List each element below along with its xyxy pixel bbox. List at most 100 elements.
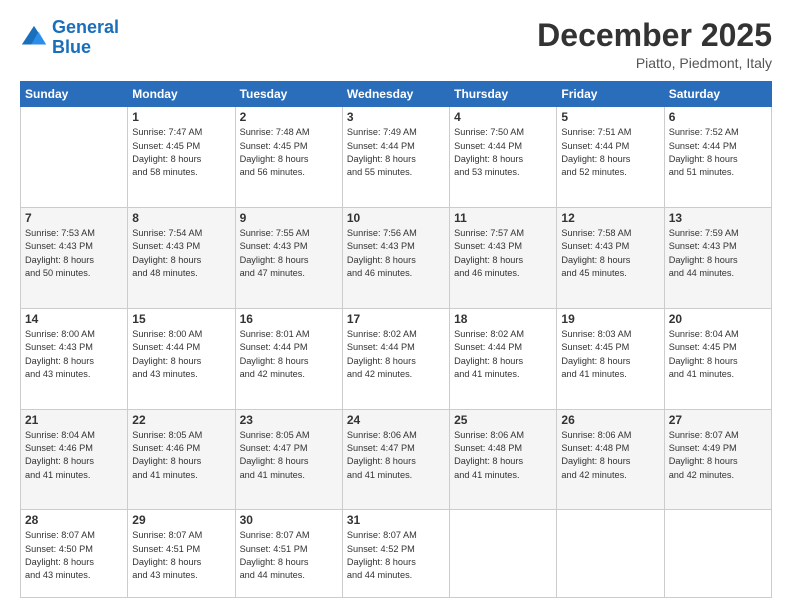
calendar-cell: 25 Sunrise: 8:06 AMSunset: 4:48 PMDayligh… (450, 409, 557, 510)
calendar-cell: 31 Sunrise: 8:07 AMSunset: 4:52 PMDayligh… (342, 510, 449, 598)
day-number: 4 (454, 110, 552, 124)
day-number: 23 (240, 413, 338, 427)
calendar-cell: 1Sunrise: 7:47 AMSunset: 4:45 PMDaylight… (128, 107, 235, 208)
calendar-cell: 2Sunrise: 7:48 AMSunset: 4:45 PMDaylight… (235, 107, 342, 208)
day-number: 3 (347, 110, 445, 124)
cell-info: Sunrise: 7:53 AMSunset: 4:43 PMDaylight:… (25, 227, 123, 280)
cell-info: Sunrise: 8:07 AMSunset: 4:49 PMDaylight:… (669, 429, 767, 482)
calendar-week-row: 14 Sunrise: 8:00 AMSunset: 4:43 PMDayligh… (21, 308, 772, 409)
calendar-cell: 24 Sunrise: 8:06 AMSunset: 4:47 PMDayligh… (342, 409, 449, 510)
day-number: 29 (132, 513, 230, 527)
cell-info: Sunrise: 8:03 AMSunset: 4:45 PMDaylight:… (561, 328, 659, 381)
day-number: 12 (561, 211, 659, 225)
day-number: 17 (347, 312, 445, 326)
calendar-cell: 9 Sunrise: 7:55 AMSunset: 4:43 PMDaylight… (235, 208, 342, 309)
calendar-cell (21, 107, 128, 208)
cell-info: Sunrise: 8:07 AMSunset: 4:51 PMDaylight:… (240, 529, 338, 582)
day-number: 30 (240, 513, 338, 527)
cell-info: Sunrise: 7:47 AMSunset: 4:45 PMDaylight:… (132, 126, 230, 179)
calendar-cell (450, 510, 557, 598)
day-number: 6 (669, 110, 767, 124)
title-block: December 2025 Piatto, Piedmont, Italy (537, 18, 772, 71)
day-header-saturday: Saturday (664, 82, 771, 107)
day-header-wednesday: Wednesday (342, 82, 449, 107)
day-header-tuesday: Tuesday (235, 82, 342, 107)
calendar-cell: 18 Sunrise: 8:02 AMSunset: 4:44 PMDayligh… (450, 308, 557, 409)
day-number: 21 (25, 413, 123, 427)
calendar-cell: 8 Sunrise: 7:54 AMSunset: 4:43 PMDaylight… (128, 208, 235, 309)
cell-info: Sunrise: 8:06 AMSunset: 4:48 PMDaylight:… (454, 429, 552, 482)
day-number: 27 (669, 413, 767, 427)
cell-info: Sunrise: 7:59 AMSunset: 4:43 PMDaylight:… (669, 227, 767, 280)
day-number: 15 (132, 312, 230, 326)
day-number: 10 (347, 211, 445, 225)
day-number: 31 (347, 513, 445, 527)
day-number: 9 (240, 211, 338, 225)
day-number: 5 (561, 110, 659, 124)
day-number: 20 (669, 312, 767, 326)
calendar-cell: 6 Sunrise: 7:52 AMSunset: 4:44 PMDaylight… (664, 107, 771, 208)
calendar-cell: 27 Sunrise: 8:07 AMSunset: 4:49 PMDayligh… (664, 409, 771, 510)
day-number: 13 (669, 211, 767, 225)
cell-info: Sunrise: 7:52 AMSunset: 4:44 PMDaylight:… (669, 126, 767, 179)
cell-info: Sunrise: 7:49 AMSunset: 4:44 PMDaylight:… (347, 126, 445, 179)
day-header-sunday: Sunday (21, 82, 128, 107)
day-number: 18 (454, 312, 552, 326)
calendar-cell: 14 Sunrise: 8:00 AMSunset: 4:43 PMDayligh… (21, 308, 128, 409)
calendar-week-row: 28 Sunrise: 8:07 AMSunset: 4:50 PMDayligh… (21, 510, 772, 598)
calendar-cell: 13 Sunrise: 7:59 AMSunset: 4:43 PMDayligh… (664, 208, 771, 309)
calendar-cell: 3 Sunrise: 7:49 AMSunset: 4:44 PMDaylight… (342, 107, 449, 208)
day-number: 16 (240, 312, 338, 326)
calendar-cell: 12 Sunrise: 7:58 AMSunset: 4:43 PMDayligh… (557, 208, 664, 309)
cell-info: Sunrise: 7:51 AMSunset: 4:44 PMDaylight:… (561, 126, 659, 179)
day-number: 25 (454, 413, 552, 427)
calendar-week-row: 1Sunrise: 7:47 AMSunset: 4:45 PMDaylight… (21, 107, 772, 208)
location-subtitle: Piatto, Piedmont, Italy (537, 55, 772, 71)
cell-info: Sunrise: 8:02 AMSunset: 4:44 PMDaylight:… (454, 328, 552, 381)
calendar-cell: 17Sunrise: 8:02 AMSunset: 4:44 PMDayligh… (342, 308, 449, 409)
day-number: 24 (347, 413, 445, 427)
day-header-thursday: Thursday (450, 82, 557, 107)
calendar-cell: 26Sunrise: 8:06 AMSunset: 4:48 PMDayligh… (557, 409, 664, 510)
calendar-cell: 16 Sunrise: 8:01 AMSunset: 4:44 PMDayligh… (235, 308, 342, 409)
cell-info: Sunrise: 7:50 AMSunset: 4:44 PMDaylight:… (454, 126, 552, 179)
calendar-cell: 30 Sunrise: 8:07 AMSunset: 4:51 PMDayligh… (235, 510, 342, 598)
calendar-week-row: 21Sunrise: 8:04 AMSunset: 4:46 PMDayligh… (21, 409, 772, 510)
calendar-cell: 29 Sunrise: 8:07 AMSunset: 4:51 PMDayligh… (128, 510, 235, 598)
calendar-cell: 7 Sunrise: 7:53 AMSunset: 4:43 PMDaylight… (21, 208, 128, 309)
calendar-cell: 15 Sunrise: 8:00 AMSunset: 4:44 PMDayligh… (128, 308, 235, 409)
cell-info: Sunrise: 8:05 AMSunset: 4:47 PMDaylight:… (240, 429, 338, 482)
day-number: 11 (454, 211, 552, 225)
cell-info: Sunrise: 8:07 AMSunset: 4:51 PMDaylight:… (132, 529, 230, 582)
page: General Blue December 2025 Piatto, Piedm… (0, 0, 792, 612)
cell-info: Sunrise: 8:00 AMSunset: 4:44 PMDaylight:… (132, 328, 230, 381)
logo-blue: Blue (52, 37, 91, 57)
day-number: 8 (132, 211, 230, 225)
cell-info: Sunrise: 7:56 AMSunset: 4:43 PMDaylight:… (347, 227, 445, 280)
day-number: 2 (240, 110, 338, 124)
calendar-cell: 22 Sunrise: 8:05 AMSunset: 4:46 PMDayligh… (128, 409, 235, 510)
day-number: 14 (25, 312, 123, 326)
day-number: 28 (25, 513, 123, 527)
calendar-cell: 10 Sunrise: 7:56 AMSunset: 4:43 PMDayligh… (342, 208, 449, 309)
logo: General Blue (20, 18, 119, 58)
cell-info: Sunrise: 7:54 AMSunset: 4:43 PMDaylight:… (132, 227, 230, 280)
cell-info: Sunrise: 8:07 AMSunset: 4:50 PMDaylight:… (25, 529, 123, 582)
day-header-friday: Friday (557, 82, 664, 107)
cell-info: Sunrise: 8:05 AMSunset: 4:46 PMDaylight:… (132, 429, 230, 482)
calendar-cell: 20Sunrise: 8:04 AMSunset: 4:45 PMDayligh… (664, 308, 771, 409)
cell-info: Sunrise: 7:57 AMSunset: 4:43 PMDaylight:… (454, 227, 552, 280)
cell-info: Sunrise: 8:00 AMSunset: 4:43 PMDaylight:… (25, 328, 123, 381)
calendar-cell: 5 Sunrise: 7:51 AMSunset: 4:44 PMDaylight… (557, 107, 664, 208)
cell-info: Sunrise: 7:58 AMSunset: 4:43 PMDaylight:… (561, 227, 659, 280)
header: General Blue December 2025 Piatto, Piedm… (20, 18, 772, 71)
cell-info: Sunrise: 8:01 AMSunset: 4:44 PMDaylight:… (240, 328, 338, 381)
calendar-cell (664, 510, 771, 598)
day-number: 26 (561, 413, 659, 427)
day-number: 7 (25, 211, 123, 225)
cell-info: Sunrise: 8:07 AMSunset: 4:52 PMDaylight:… (347, 529, 445, 582)
day-number: 22 (132, 413, 230, 427)
cell-info: Sunrise: 7:55 AMSunset: 4:43 PMDaylight:… (240, 227, 338, 280)
calendar-week-row: 7 Sunrise: 7:53 AMSunset: 4:43 PMDaylight… (21, 208, 772, 309)
cell-info: Sunrise: 8:06 AMSunset: 4:47 PMDaylight:… (347, 429, 445, 482)
